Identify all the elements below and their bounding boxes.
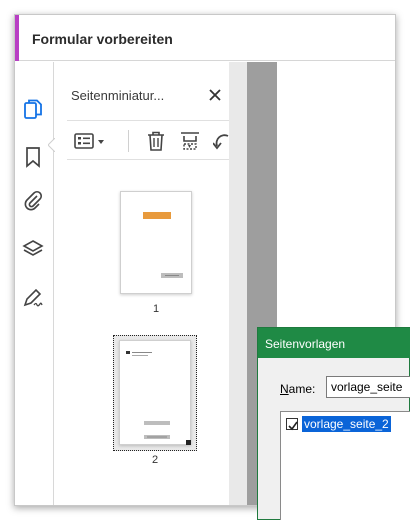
page-thumbnails-panel: Seitenminiatur... 1 2 bbox=[55, 62, 229, 505]
title-bar: Formular vorbereiten bbox=[15, 15, 395, 61]
tool-title: Formular vorbereiten bbox=[32, 31, 173, 47]
page-thumbnail-2[interactable] bbox=[119, 340, 191, 445]
page-thumbnail-1-preview bbox=[143, 212, 183, 278]
name-label-mnemonic: N bbox=[280, 382, 289, 396]
crop-pages-icon[interactable] bbox=[179, 130, 201, 152]
attachment-icon[interactable] bbox=[22, 190, 44, 212]
layers-icon[interactable] bbox=[22, 238, 44, 260]
thumbnails-toolbar bbox=[67, 120, 229, 160]
page-number-1: 1 bbox=[152, 303, 160, 315]
checkmark-icon bbox=[288, 421, 298, 431]
delete-icon[interactable] bbox=[145, 130, 167, 152]
template-name-input[interactable]: vorlage_seite bbox=[326, 376, 410, 398]
close-icon[interactable] bbox=[208, 88, 222, 102]
page-templates-dialog: Seitenvorlagen Name: vorlage_seite vorla… bbox=[257, 327, 410, 520]
tool-accent-bar bbox=[15, 15, 19, 61]
template-visible-checkbox[interactable] bbox=[286, 418, 298, 431]
page-number-2: 2 bbox=[151, 454, 159, 466]
page-thumbnail-1[interactable] bbox=[120, 191, 192, 294]
name-label: Name: bbox=[280, 382, 315, 396]
signature-icon[interactable] bbox=[22, 286, 44, 308]
dialog-title: Seitenvorlagen bbox=[258, 328, 410, 358]
page-thumbnails-icon[interactable] bbox=[22, 98, 44, 120]
page-thumbnail-2-preview bbox=[126, 351, 191, 445]
navigation-rail bbox=[15, 62, 55, 505]
name-label-rest: ame: bbox=[288, 382, 316, 396]
active-panel-caret-icon bbox=[48, 138, 55, 152]
templates-list[interactable]: vorlage_seite_2 bbox=[280, 411, 410, 520]
bookmark-icon[interactable] bbox=[22, 146, 44, 168]
template-label: vorlage_seite_2 bbox=[302, 416, 391, 432]
panel-title: Seitenminiatur... bbox=[71, 88, 165, 103]
toolbar-divider bbox=[128, 130, 129, 152]
options-menu-icon[interactable] bbox=[73, 130, 109, 152]
rotate-icon[interactable] bbox=[213, 130, 229, 152]
